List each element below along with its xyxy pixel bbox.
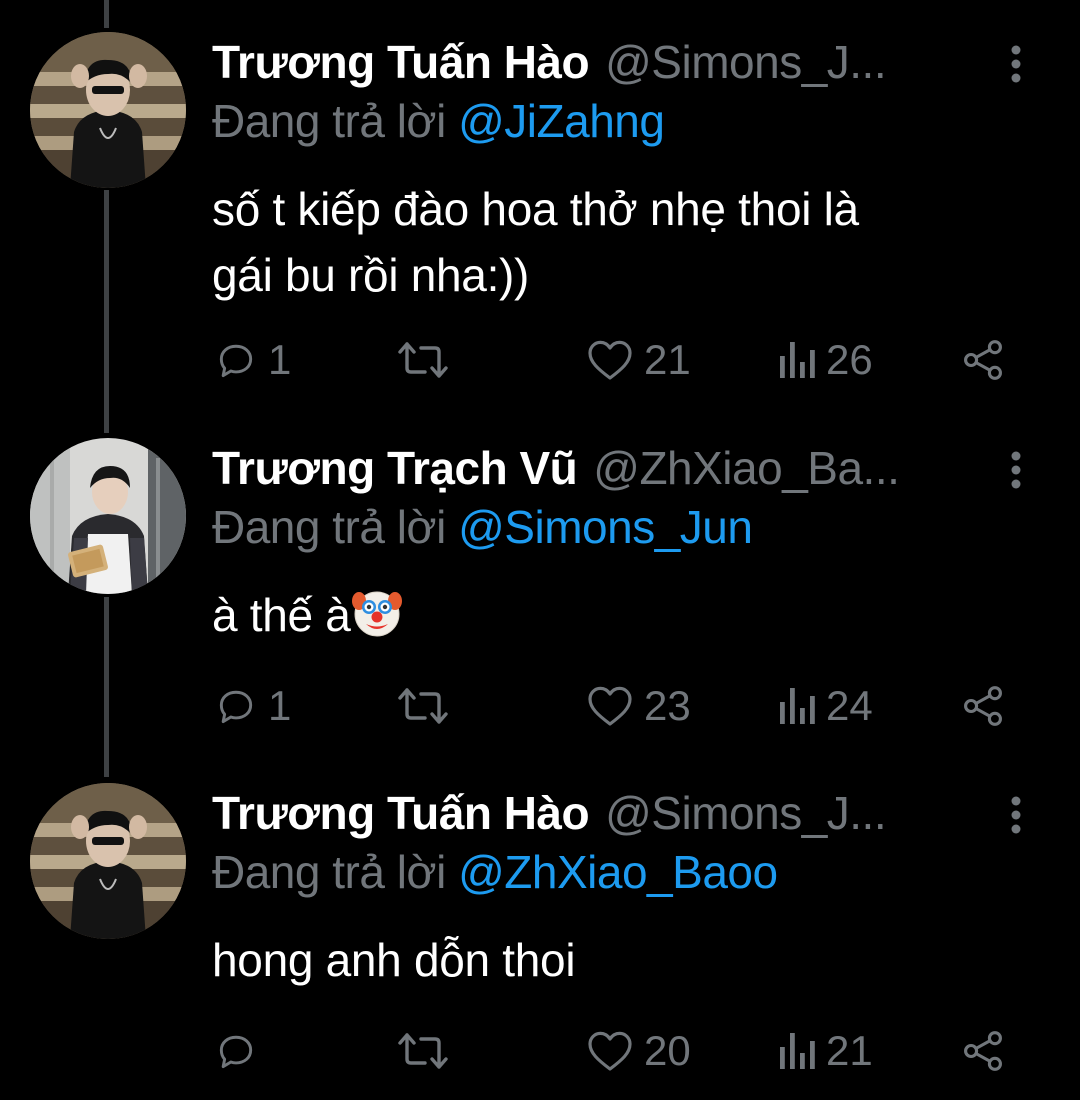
tweet-header: Trương Tuấn Hào @Simons_J... (212, 783, 887, 843)
author-name[interactable]: Trương Tuấn Hào (212, 786, 590, 840)
heart-icon (588, 340, 632, 380)
views-icon (780, 688, 815, 724)
tweet-actions: 20 21 (0, 1021, 1080, 1081)
more-options-button[interactable] (1006, 793, 1026, 837)
share-button[interactable] (960, 676, 1006, 736)
mention-link[interactable]: @JiZahng (458, 95, 665, 147)
reply-icon (219, 690, 253, 724)
reply-button[interactable]: 1 (214, 676, 291, 736)
avatar[interactable] (30, 783, 186, 939)
thread-line-1 (104, 190, 109, 433)
tweet-text: à thế à (212, 582, 1032, 656)
share-icon (964, 686, 1002, 726)
replying-to: Đang trả lời @JiZahng (212, 94, 665, 148)
tweet-text-line: gái bu rồi nha:)) (212, 249, 530, 301)
author-name[interactable]: Trương Tuấn Hào (212, 35, 590, 89)
like-count: 21 (644, 336, 691, 383)
retweet-button[interactable] (396, 330, 460, 390)
avatar-image (30, 32, 186, 188)
views-icon (780, 342, 815, 378)
reply-count: 1 (268, 682, 292, 729)
avatar-image (30, 783, 186, 939)
avatar[interactable] (30, 32, 186, 188)
more-vertical-icon (1011, 451, 1021, 489)
author-handle[interactable]: @Simons_J... (605, 786, 887, 840)
like-button[interactable]: 23 (586, 676, 691, 736)
like-button[interactable]: 21 (586, 330, 691, 390)
heart-icon (588, 1031, 632, 1071)
replying-to-label: Đang trả lời (212, 501, 446, 553)
thread-line-top (104, 0, 109, 28)
mention-link[interactable]: @Simons_Jun (458, 501, 753, 553)
reply-count: 1 (268, 336, 292, 383)
retweet-icon (398, 1033, 448, 1069)
tweet-text-content: à thế à (212, 589, 351, 641)
share-icon (964, 1031, 1002, 1071)
author-handle[interactable]: @ZhXiao_Ba... (593, 441, 900, 495)
avatar-image (30, 438, 186, 594)
more-vertical-icon (1011, 45, 1021, 83)
tweet-text: số t kiếp đào hoa thở nhẹ thoi là gái bu… (212, 176, 1032, 308)
author-name[interactable]: Trương Trạch Vũ (212, 441, 578, 495)
like-count: 20 (644, 1027, 691, 1074)
replying-to: Đang trả lời @ZhXiao_Baoo (212, 845, 778, 899)
view-count: 24 (826, 682, 873, 729)
share-button[interactable] (960, 1021, 1006, 1081)
retweet-icon (398, 688, 448, 724)
share-button[interactable] (960, 330, 1006, 390)
tweet-actions: 1 23 24 (0, 676, 1080, 736)
view-count: 26 (826, 336, 873, 383)
replying-to-label: Đang trả lời (212, 95, 446, 147)
tweet-actions: 1 21 26 (0, 330, 1080, 390)
share-icon (964, 340, 1002, 380)
like-button[interactable]: 20 (586, 1021, 691, 1081)
replying-to-label: Đang trả lời (212, 846, 446, 898)
views-button[interactable]: 24 (776, 676, 873, 736)
tweet-header: Trương Trạch Vũ @ZhXiao_Ba... (212, 438, 900, 498)
clown-face-icon (351, 587, 403, 656)
avatar[interactable] (30, 438, 186, 594)
tweet-text-line: à thế à (212, 582, 1032, 656)
retweet-button[interactable] (396, 1021, 460, 1081)
views-button[interactable]: 26 (776, 330, 873, 390)
heart-icon (588, 686, 632, 726)
reply-icon (219, 344, 253, 378)
author-handle[interactable]: @Simons_J... (605, 35, 887, 89)
tweet-header: Trương Tuấn Hào @Simons_J... (212, 32, 887, 92)
mention-link[interactable]: @ZhXiao_Baoo (458, 846, 778, 898)
tweet-text-line: số t kiếp đào hoa thở nhẹ thoi là (212, 183, 859, 235)
retweet-icon (398, 342, 448, 378)
views-icon (780, 1033, 815, 1069)
reply-button[interactable] (214, 1021, 268, 1081)
reply-button[interactable]: 1 (214, 330, 291, 390)
more-options-button[interactable] (1006, 448, 1026, 492)
like-count: 23 (644, 682, 691, 729)
view-count: 21 (826, 1027, 873, 1074)
reply-icon (219, 1035, 253, 1069)
retweet-button[interactable] (396, 676, 460, 736)
views-button[interactable]: 21 (776, 1021, 873, 1081)
replying-to: Đang trả lời @Simons_Jun (212, 500, 753, 554)
more-vertical-icon (1011, 796, 1021, 834)
more-options-button[interactable] (1006, 42, 1026, 86)
tweet-text: hong anh dỗn thoi (212, 927, 1032, 993)
tweet-text-line: hong anh dỗn thoi (212, 934, 576, 986)
